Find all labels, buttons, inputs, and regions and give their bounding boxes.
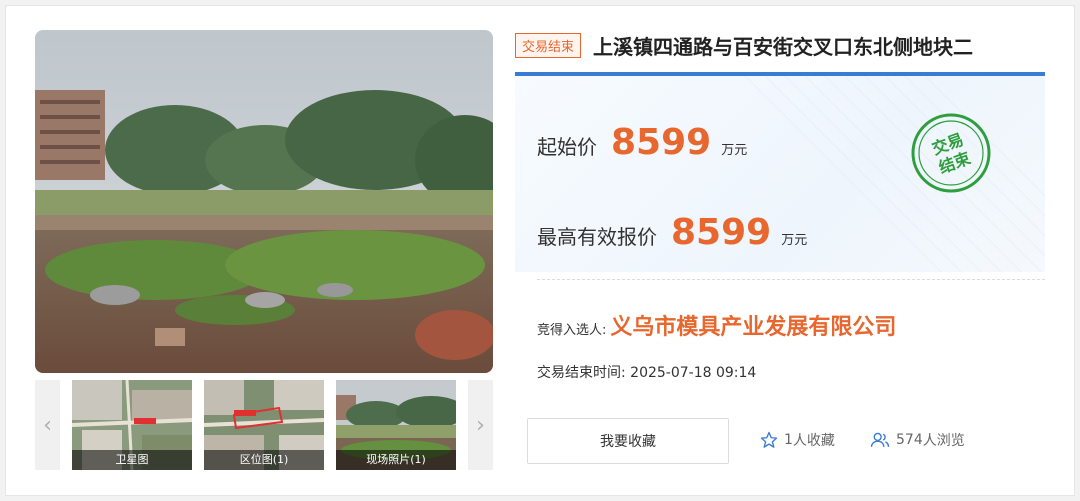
thumb-site-photo[interactable]: 现场照片(1) bbox=[336, 380, 456, 470]
winner-row: 竞得入选人: 义乌市模具产业发展有限公司 bbox=[537, 309, 896, 341]
thumb-caption: 区位图(1) bbox=[204, 450, 324, 470]
highest-bid-label: 最高有效报价 bbox=[537, 225, 657, 249]
favorites-count: 1 bbox=[784, 432, 793, 448]
site-photo-image bbox=[35, 30, 493, 373]
thumb-caption: 现场照片(1) bbox=[336, 450, 456, 470]
thumb-location[interactable]: 区位图(1) bbox=[204, 380, 324, 470]
views-stat: 574 人浏览 bbox=[870, 430, 965, 450]
thumbnail-strip: ‹ 卫星图 区位图(1) 现场照片(1) › bbox=[35, 380, 493, 470]
start-price-value: 8599 bbox=[611, 122, 712, 163]
favorite-button[interactable]: 我要收藏 bbox=[527, 418, 729, 464]
thumb-caption: 卫星图 bbox=[72, 450, 192, 470]
thumb-satellite[interactable]: 卫星图 bbox=[72, 380, 192, 470]
main-photo[interactable] bbox=[35, 30, 493, 373]
favorites-suffix: 人收藏 bbox=[792, 433, 835, 449]
end-time-value: 2025-07-18 09:14 bbox=[630, 365, 757, 381]
star-icon bbox=[760, 431, 778, 448]
start-price-row: 起始价 8599 万元 bbox=[537, 122, 747, 163]
highest-bid-row: 最高有效报价 8599 万元 bbox=[537, 212, 807, 253]
users-icon bbox=[870, 432, 890, 447]
views-count: 574 bbox=[896, 432, 923, 448]
listing-title: 上溪镇四通路与百安街交叉口东北侧地块二 bbox=[593, 34, 974, 59]
price-panel: 起始价 8599 万元 最高有效报价 8599 万元 交易 结束 bbox=[515, 72, 1045, 272]
start-price-label: 起始价 bbox=[537, 135, 597, 159]
end-time: 交易结束时间: 2025-07-18 09:14 bbox=[537, 362, 756, 382]
status-tag: 交易结束 bbox=[515, 32, 582, 58]
start-price-unit: 万元 bbox=[721, 143, 748, 158]
next-thumb-arrow[interactable]: › bbox=[468, 380, 493, 470]
end-time-label: 交易结束时间: bbox=[537, 365, 626, 381]
favorites-stat: 1 人收藏 bbox=[760, 430, 835, 450]
title-row: 交易结束 上溪镇四通路与百安街交叉口东北侧地块二 bbox=[515, 30, 1045, 60]
highest-bid-value: 8599 bbox=[671, 212, 772, 253]
winner-name: 义乌市模具产业发展有限公司 bbox=[610, 315, 897, 340]
winner-label: 竞得入选人: bbox=[537, 323, 607, 338]
divider bbox=[537, 279, 1045, 280]
views-suffix: 人浏览 bbox=[922, 433, 965, 449]
highest-bid-unit: 万元 bbox=[781, 233, 808, 248]
prev-thumb-arrow[interactable]: ‹ bbox=[35, 380, 60, 470]
transaction-ended-stamp: 交易 结束 bbox=[911, 113, 991, 193]
